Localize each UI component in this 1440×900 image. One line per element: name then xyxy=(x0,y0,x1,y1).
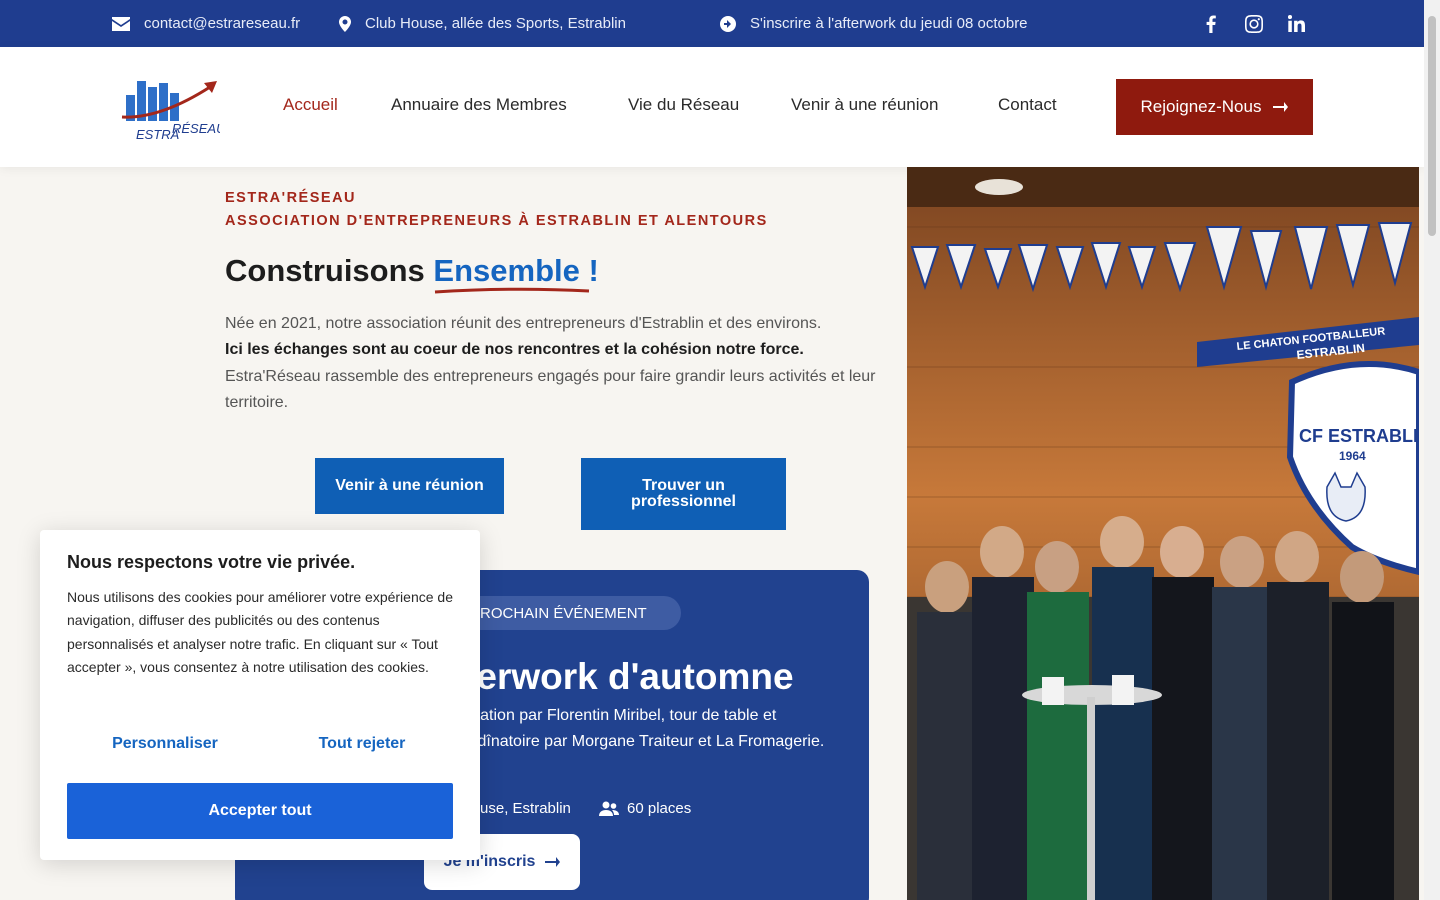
hero-eyebrow-tagline: ASSOCIATION D'ENTREPRENEURS À ESTRABLIN … xyxy=(225,213,768,229)
svg-text:RÉSEAU: RÉSEAU xyxy=(172,121,220,136)
topbar-email-text: contact@estrareseau.fr xyxy=(144,15,301,32)
hero-paragraph-2: Ici les échanges sont au coeur de nos re… xyxy=(225,341,804,358)
arrow-right-icon xyxy=(545,857,561,867)
hero-eyebrow-brand: ESTRA'RÉSEAU xyxy=(225,190,357,206)
arrow-circle-right-icon xyxy=(720,15,736,32)
cookie-text: Nous utilisons des cookies pour améliore… xyxy=(67,589,453,675)
topbar-announcement-text: S'inscrire à l'afterwork du jeudi 08 oct… xyxy=(750,15,1028,32)
join-us-label: Rejoignez-Nous xyxy=(1140,97,1262,116)
topbar-address: Club House, allée des Sports, Estrablin xyxy=(339,0,626,47)
cookie-reject-button[interactable]: Tout rejeter xyxy=(264,735,460,753)
event-description: Présentation par Florentin Miribel, tour… xyxy=(425,707,825,750)
users-icon xyxy=(599,801,619,816)
topbar-address-text: Club House, allée des Sports, Estrablin xyxy=(365,15,626,32)
hero-title: Construisons Ensemble ! xyxy=(225,253,599,294)
hero-title-main: Construisons xyxy=(225,253,434,288)
arrow-right-icon xyxy=(1273,102,1289,112)
cookie-accept-button[interactable]: Accepter tout xyxy=(67,783,453,839)
nav-item-annuaire[interactable]: Annuaire des Membres xyxy=(391,95,567,115)
cookie-title: Nous respectons votre vie privée. xyxy=(67,552,356,572)
event-places-text: 60 places xyxy=(627,800,692,817)
underline-swoosh-icon xyxy=(435,287,590,294)
nav-item-accueil[interactable]: Accueil xyxy=(283,95,338,115)
linkedin-icon[interactable] xyxy=(1286,14,1306,34)
topbar-announcement[interactable]: S'inscrire à l'afterwork du jeudi 08 oct… xyxy=(720,0,1028,47)
topbar-email[interactable]: contact@estrareseau.fr xyxy=(112,0,300,47)
cookie-consent-dialog: Nous respectons votre vie privée. Nous u… xyxy=(40,530,480,860)
nav-item-vie-du-reseau[interactable]: Vie du Réseau xyxy=(628,95,739,115)
attend-meeting-button[interactable]: Venir à une réunion xyxy=(315,458,504,514)
join-us-button[interactable]: Rejoignez-Nous xyxy=(1116,79,1313,135)
map-pin-icon xyxy=(339,15,351,32)
cookie-customize-button[interactable]: Personnaliser xyxy=(67,735,263,753)
svg-text:1964: 1964 xyxy=(1339,449,1366,463)
find-professional-button[interactable]: Trouver un professionnel xyxy=(581,458,786,530)
nav-item-contact[interactable]: Contact xyxy=(998,95,1057,115)
event-title: Afterwork d'automne xyxy=(425,656,794,697)
instagram-icon[interactable] xyxy=(1244,14,1264,34)
hero-photo-clubhouse: LE CHATON FOOTBALLEUR ESTRABLIN CF ESTRA… xyxy=(907,167,1419,900)
page-scrollbar[interactable] xyxy=(1424,0,1440,900)
scrollbar-thumb[interactable] xyxy=(1428,16,1436,236)
hero-title-highlight: Ensemble ! xyxy=(433,253,599,294)
hero-paragraph-3: Estra'Réseau rassemble des entrepreneurs… xyxy=(225,368,876,411)
site-logo[interactable]: ESTRA RÉSEAU xyxy=(120,75,226,145)
social-links xyxy=(1201,0,1306,47)
event-places: 60 places xyxy=(599,800,691,817)
nav-item-venir-reunion[interactable]: Venir à une réunion xyxy=(791,95,938,115)
hero-paragraph-1: Née en 2021, notre association réunit de… xyxy=(225,315,822,332)
site-header: ESTRA RÉSEAU Accueil Annuaire des Membre… xyxy=(0,47,1424,167)
envelope-icon xyxy=(112,16,130,31)
facebook-icon[interactable] xyxy=(1201,14,1221,34)
svg-text:CF ESTRABLIN: CF ESTRABLIN xyxy=(1299,426,1419,446)
top-bar: contact@estrareseau.fr Club House, allée… xyxy=(0,0,1424,47)
